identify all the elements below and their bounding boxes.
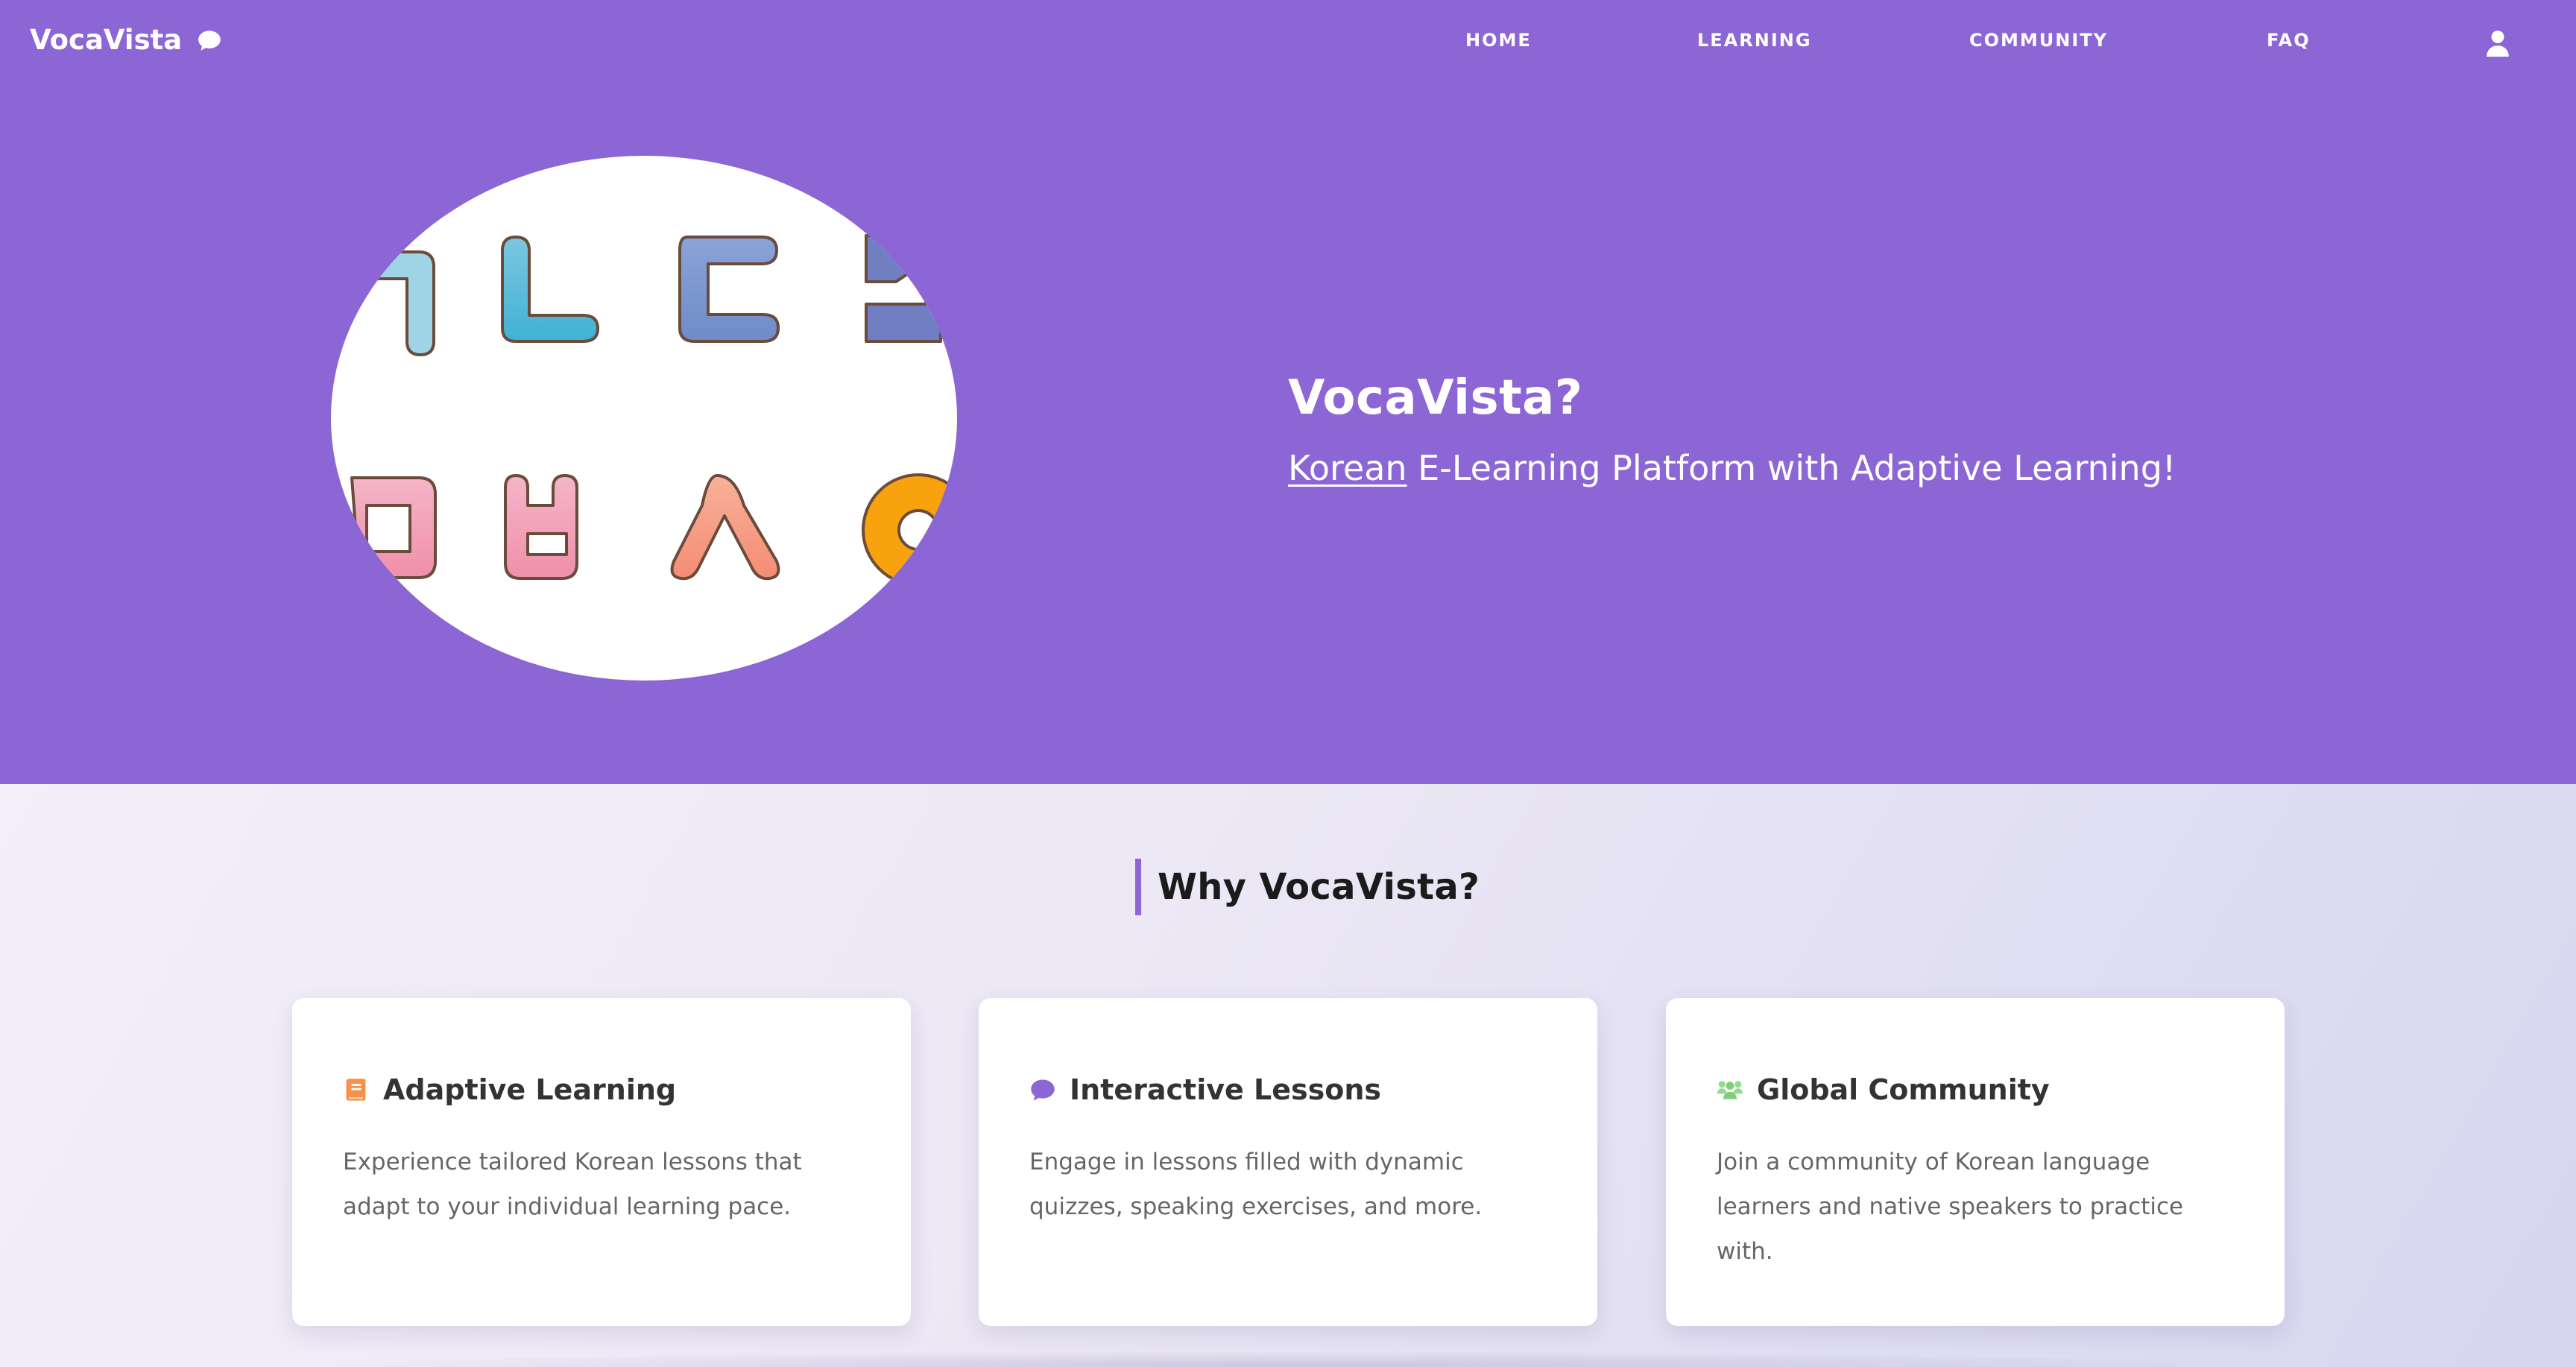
card-title: Global Community (1757, 1073, 2050, 1106)
hero-subtitle: Korean E-Learning Platform with Adaptive… (1288, 448, 2176, 489)
book-icon (346, 1079, 366, 1101)
hero-text: VocaVista? Korean E-Learning Platform wi… (1288, 370, 2176, 489)
card-description: Engage in lessons filled with dynamic qu… (1029, 1149, 1483, 1220)
section-heading-text: Why VocaVista? (1158, 866, 1480, 908)
main-nav: HOME LEARNING COMMUNITY FAQ (0, 30, 2576, 60)
hero-section: VocaVista? Korean E-Learning Platform wi… (0, 88, 2576, 784)
feature-cards: Adaptive Learning Experience tailored Ko… (0, 998, 2576, 1326)
card-title-row: Interactive Lessons (1029, 1073, 1547, 1107)
nav-home-link[interactable]: HOME (1465, 30, 1532, 51)
hangul-letters-illustration (331, 156, 957, 681)
card-title: Interactive Lessons (1070, 1073, 1381, 1106)
top-navbar: VocaVista HOME LEARNING COMMUNITY FAQ (0, 0, 2576, 88)
hero-subtitle-rest: E-Learning Platform with Adaptive Learni… (1407, 447, 2176, 488)
feature-card-global-community: Global Community Join a community of Kor… (1666, 998, 2285, 1326)
nav-learning-link[interactable]: LEARNING (1697, 30, 1812, 51)
card-description: Join a community of Korean language lear… (1717, 1149, 2184, 1265)
hero-subtitle-highlight: Korean (1288, 447, 1407, 488)
hero-title: VocaVista? (1288, 370, 1583, 426)
section-heading: Why VocaVista? (1135, 859, 1480, 915)
section-bottom-shadow (313, 1351, 2251, 1367)
card-description: Experience tailored Korean lessons that … (343, 1149, 802, 1220)
feature-card-adaptive-learning: Adaptive Learning Experience tailored Ko… (292, 998, 911, 1326)
nav-community-link[interactable]: COMMUNITY (1969, 30, 2108, 51)
card-title-row: Adaptive Learning (343, 1073, 860, 1107)
card-title: Adaptive Learning (383, 1073, 677, 1106)
heading-accent-bar (1135, 859, 1141, 915)
card-title-row: Global Community (1717, 1073, 2234, 1107)
features-section: Why VocaVista? Adaptive Learning Experie… (0, 784, 2576, 1367)
chat-bubble-icon (1031, 1079, 1055, 1101)
feature-card-interactive-lessons: Interactive Lessons Engage in lessons fi… (979, 998, 1597, 1326)
user-icon[interactable] (2485, 30, 2510, 57)
nav-faq-link[interactable]: FAQ (2267, 30, 2311, 51)
users-icon (1717, 1081, 1743, 1099)
